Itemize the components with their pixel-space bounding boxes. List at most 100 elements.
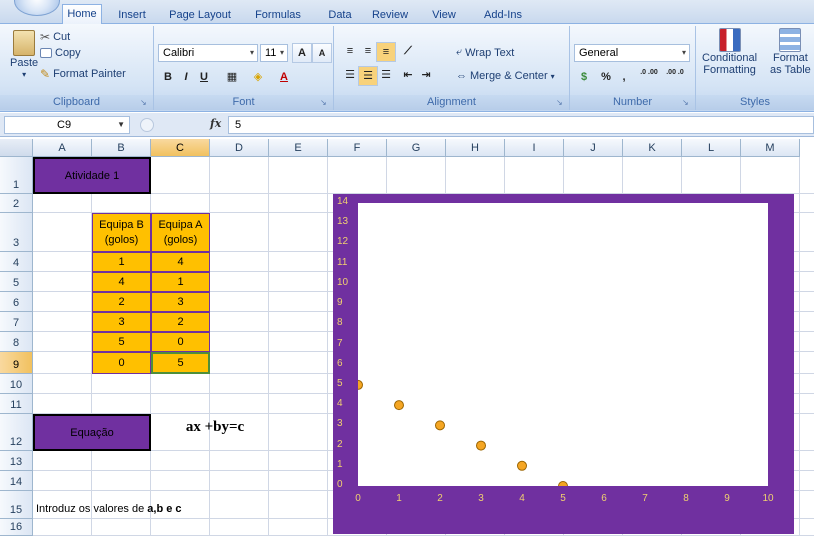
office-button[interactable] (14, 0, 60, 16)
cut-button[interactable]: ✂ Cut (40, 30, 70, 44)
row-header-2[interactable]: 2 (0, 194, 33, 213)
row-header-3[interactable]: 3 (0, 213, 33, 252)
wrap-text-button[interactable]: ⤶ Wrap Text (456, 46, 514, 59)
number-format-select[interactable]: General ▾ (574, 44, 690, 62)
row-header-11[interactable]: 11 (0, 394, 33, 414)
row-header-9[interactable]: 9 (0, 352, 33, 374)
column-header-l[interactable]: L (682, 139, 741, 157)
increase-decimal-button[interactable]: .0 .00 (636, 68, 662, 88)
shrink-font-button[interactable]: A (312, 43, 332, 63)
font-size-select[interactable]: 11 ▾ (260, 44, 288, 62)
row-header-7[interactable]: 7 (0, 312, 33, 332)
row-header-12[interactable]: 12 (0, 414, 33, 451)
column-header-d[interactable]: D (210, 139, 269, 157)
table-cell-c9[interactable]: 5 (151, 352, 210, 374)
scatter-chart[interactable]: 0 1 2 3 4 5 6 7 8 9 10 0 1 2 3 4 5 6 7 8 9 10 11 12 13 14 (333, 194, 794, 534)
tab-data[interactable]: Data (324, 6, 356, 24)
row-header-6[interactable]: 6 (0, 292, 33, 312)
align-bottom-icon[interactable]: ≡ (376, 42, 396, 62)
table-cell-c4[interactable]: 4 (151, 252, 210, 272)
tab-page-layout[interactable]: Page Layout (168, 6, 232, 24)
row-header-13[interactable]: 13 (0, 451, 33, 471)
fx-icon[interactable]: fx (210, 117, 221, 130)
header-cell-b[interactable]: Equipa B (golos) (92, 213, 151, 252)
increase-indent-icon[interactable]: ⇥ (416, 66, 436, 86)
table-cell-c5[interactable]: 1 (151, 272, 210, 292)
row-header-16[interactable]: 16 (0, 519, 33, 536)
tab-home[interactable]: Home (62, 4, 102, 25)
header-cell-c[interactable]: Equipa A (golos) (151, 213, 210, 252)
tab-formulas[interactable]: Formulas (252, 6, 304, 24)
column-header-e[interactable]: E (269, 139, 328, 157)
clipboard-launcher-icon[interactable]: ↘ (140, 98, 150, 108)
data-point[interactable] (435, 420, 445, 431)
column-header-c[interactable]: C (151, 139, 210, 157)
font-name-select[interactable]: Calibri ▾ (158, 44, 258, 62)
row-header-15[interactable]: 15 (0, 491, 33, 519)
data-point[interactable] (394, 400, 404, 411)
font-color-icon[interactable]: A (274, 68, 294, 88)
grow-font-button[interactable]: A (292, 43, 312, 63)
data-point[interactable] (558, 481, 568, 491)
data-point[interactable] (476, 440, 486, 451)
tab-insert[interactable]: Insert (112, 6, 152, 24)
select-all-corner[interactable] (0, 139, 33, 157)
title-cell[interactable]: Atividade 1 (33, 157, 151, 194)
table-cell-b9[interactable]: 0 (92, 352, 151, 374)
decrease-indent-icon[interactable]: ⇤ (398, 66, 418, 86)
table-cell-c8[interactable]: 0 (151, 332, 210, 352)
column-header-k[interactable]: K (623, 139, 682, 157)
percent-button[interactable]: % (596, 68, 616, 88)
alignment-launcher-icon[interactable]: ↘ (556, 98, 566, 108)
font-launcher-icon[interactable]: ↘ (320, 98, 330, 108)
equation-label-cell[interactable]: Equação (33, 414, 151, 451)
underline-button[interactable]: U (194, 68, 214, 88)
table-cell-b4[interactable]: 1 (92, 252, 151, 272)
orientation-icon[interactable]: ⟋ (398, 42, 418, 62)
column-header-a[interactable]: A (33, 139, 92, 157)
align-middle-icon[interactable]: ≡ (358, 42, 378, 62)
name-box[interactable]: C9 ▼ (4, 116, 130, 134)
table-cell-b8[interactable]: 5 (92, 332, 151, 352)
column-header-b[interactable]: B (92, 139, 151, 157)
row-header-14[interactable]: 14 (0, 471, 33, 491)
tab-add-ins[interactable]: Add-Ins (478, 6, 528, 24)
decrease-decimal-button[interactable]: .00 .0 (662, 68, 688, 88)
merge-center-button[interactable]: ⇔ Merge & Center ▾ (456, 70, 555, 82)
column-header-m[interactable]: M (741, 139, 800, 157)
cancel-icon[interactable] (140, 118, 154, 132)
row-header-8[interactable]: 8 (0, 332, 33, 352)
column-header-j[interactable]: J (564, 139, 623, 157)
column-header-g[interactable]: G (387, 139, 446, 157)
row-header-5[interactable]: 5 (0, 272, 33, 292)
number-launcher-icon[interactable]: ↘ (682, 98, 692, 108)
currency-icon[interactable]: $ (574, 68, 594, 88)
align-left-icon[interactable]: ☰ (340, 66, 360, 86)
paste-button[interactable]: Paste ▾ (10, 30, 38, 79)
data-point[interactable] (517, 460, 527, 471)
conditional-formatting-button[interactable]: Conditional Formatting (702, 28, 757, 76)
table-cell-b6[interactable]: 2 (92, 292, 151, 312)
tab-review[interactable]: Review (370, 6, 410, 24)
column-header-h[interactable]: H (446, 139, 505, 157)
column-header-f[interactable]: F (328, 139, 387, 157)
align-right-icon[interactable]: ☰ (376, 66, 396, 86)
format-as-table-button[interactable]: Format as Table (770, 28, 811, 76)
fill-color-icon[interactable]: ◈ (248, 68, 268, 88)
table-cell-c7[interactable]: 2 (151, 312, 210, 332)
row-header-1[interactable]: 1 (0, 157, 33, 194)
align-center-icon[interactable]: ☰ (358, 66, 378, 86)
data-point[interactable] (353, 379, 363, 390)
italic-button[interactable]: I (176, 68, 196, 88)
format-painter-button[interactable]: ✎ Format Painter (40, 67, 126, 81)
align-top-icon[interactable]: ≡ (340, 42, 360, 62)
copy-button[interactable]: Copy (40, 47, 81, 59)
bold-button[interactable]: B (158, 68, 178, 88)
tab-view[interactable]: View (428, 6, 460, 24)
row-header-4[interactable]: 4 (0, 252, 33, 272)
formula-input[interactable]: 5 (228, 116, 814, 134)
table-cell-b5[interactable]: 4 (92, 272, 151, 292)
comma-button[interactable]: , (614, 68, 634, 88)
row-header-10[interactable]: 10 (0, 374, 33, 394)
column-header-i[interactable]: I (505, 139, 564, 157)
